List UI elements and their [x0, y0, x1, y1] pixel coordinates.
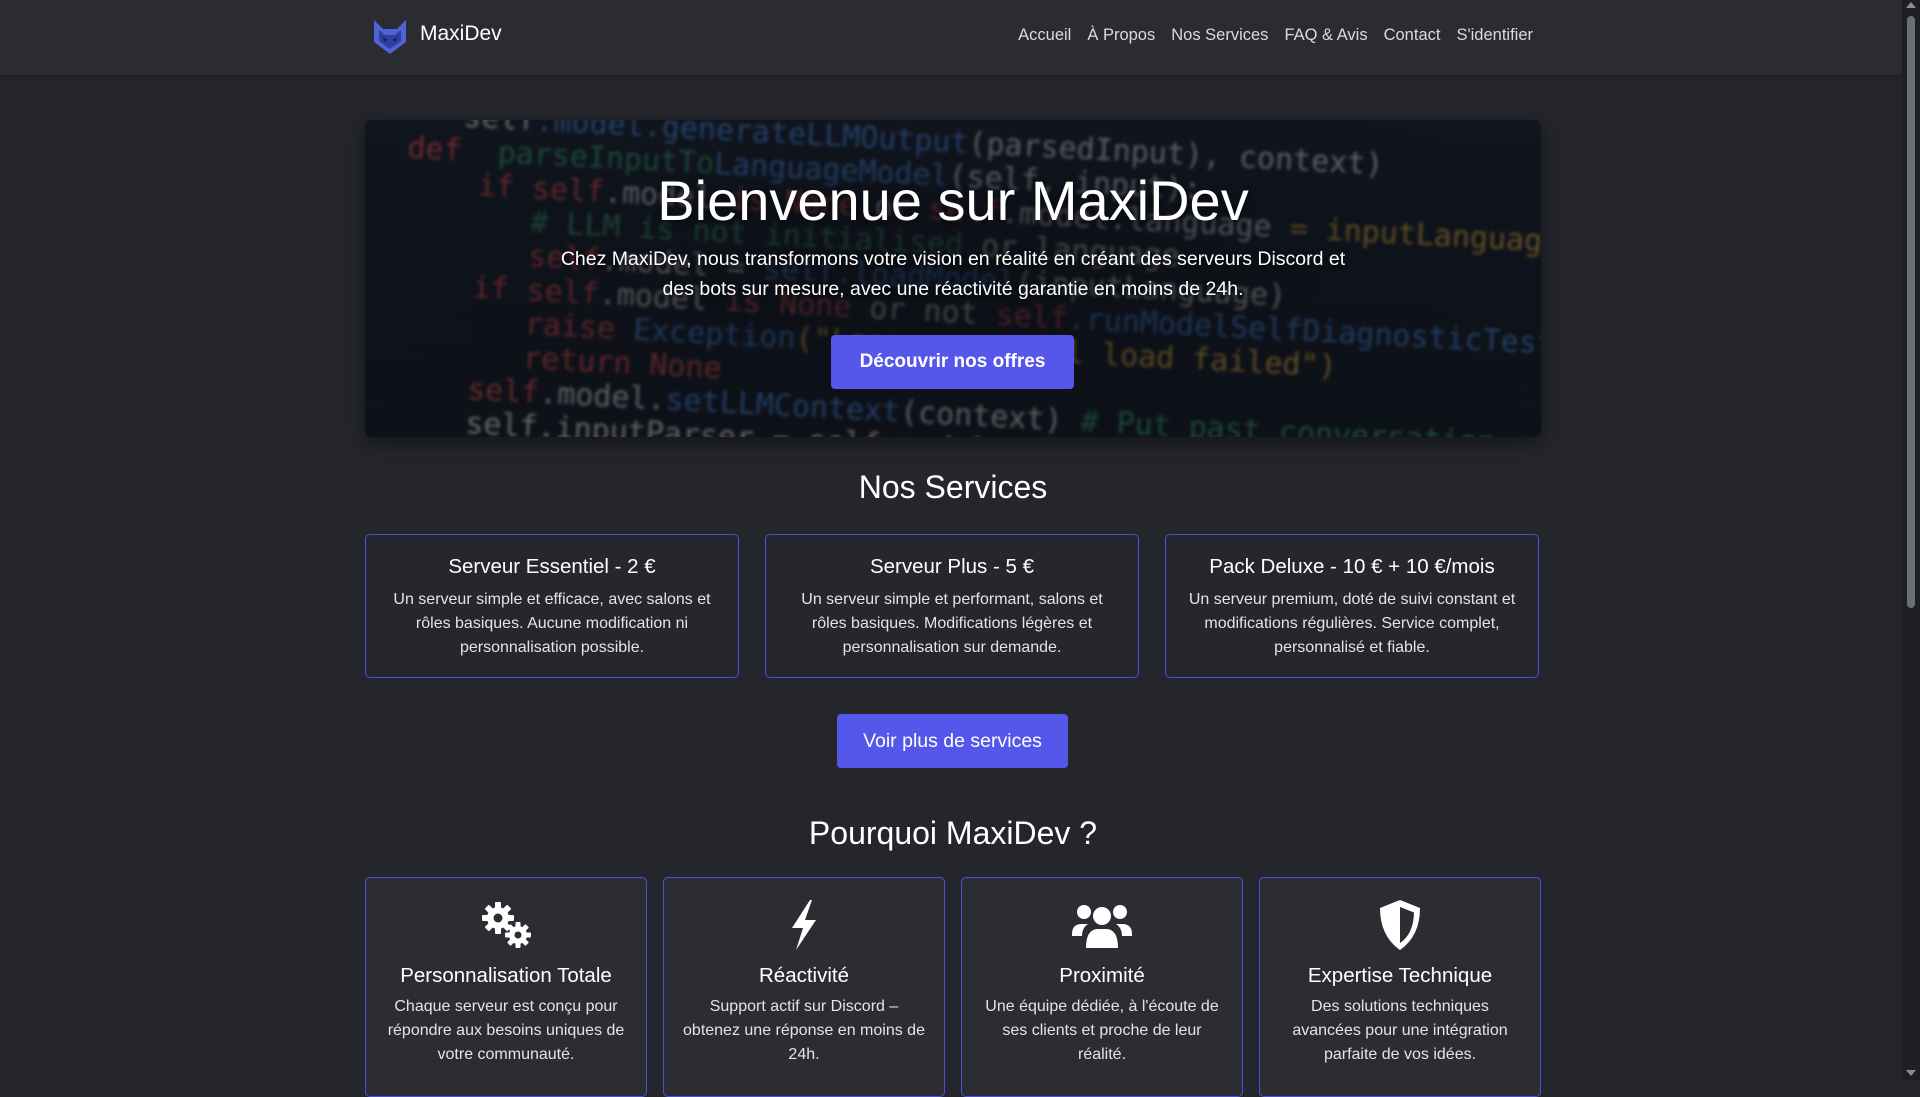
- hero-description: Chez MaxiDev, nous transformons votre vi…: [560, 248, 1346, 300]
- brand-name[interactable]: MaxiDev: [420, 22, 502, 46]
- feature-title: Personnalisation Totale: [400, 964, 612, 987]
- feature-text: Une équipe dédiée, à l'écoute de ses cli…: [985, 998, 1219, 1063]
- nav-link-contact[interactable]: Contact: [1384, 26, 1441, 45]
- service-card-title: Serveur Essentiel - 2 €: [448, 555, 656, 578]
- why-title: Pourquoi MaxiDev ?: [808, 815, 1098, 851]
- page-scrollbar[interactable]: [1902, 0, 1920, 1080]
- nav-link-accueil[interactable]: Accueil: [1018, 26, 1071, 45]
- service-card-essentiel[interactable]: Serveur Essentiel - 2 € Un serveur simpl…: [365, 534, 739, 678]
- feature-text: Support actif sur Discord – obtenez une …: [683, 998, 925, 1063]
- gears-icon: [482, 902, 531, 948]
- feature-card-personnalisation: Personnalisation Totale Chaque serveur e…: [365, 877, 647, 1097]
- nav-link-a-propos[interactable]: À Propos: [1087, 26, 1155, 45]
- service-card-title: Serveur Plus - 5 €: [869, 555, 1035, 578]
- scrollbar-thumb[interactable]: [1907, 16, 1915, 608]
- maxidev-logo-icon[interactable]: [372, 18, 408, 56]
- nav-links: Accueil À Propos Nos Services FAQ & Avis…: [1018, 26, 1533, 45]
- hero-title: Bienvenue sur MaxiDev: [657, 169, 1249, 232]
- users-icon: [1072, 905, 1132, 948]
- nav-link-faq[interactable]: FAQ & Avis: [1284, 26, 1367, 45]
- feature-title: Expertise Technique: [1307, 964, 1493, 987]
- navbar: MaxiDev Accueil À Propos Nos Services FA…: [0, 0, 1902, 75]
- feature-title: Réactivité: [758, 964, 849, 987]
- service-card-text: Un serveur premium, doté de suivi consta…: [1188, 591, 1516, 656]
- feature-card-reactivite: Réactivité Support actif sur Discord – o…: [663, 877, 945, 1097]
- shield-icon: [1380, 900, 1420, 950]
- nav-link-services[interactable]: Nos Services: [1171, 26, 1268, 45]
- scroll-down-arrow-icon[interactable]: [1906, 1070, 1916, 1076]
- feature-card-proximite: Proximité Une équipe dédiée, à l'écoute …: [961, 877, 1243, 1097]
- service-card-plus[interactable]: Serveur Plus - 5 € Un serveur simple et …: [765, 534, 1139, 678]
- bolt-icon: [792, 900, 816, 950]
- nav-link-login[interactable]: S'identifier: [1456, 26, 1533, 45]
- scroll-up-arrow-icon[interactable]: [1906, 2, 1916, 8]
- service-card-title: Pack Deluxe - 10 € + 10 €/mois: [1209, 555, 1495, 578]
- services-title: Nos Services: [858, 469, 1048, 505]
- discover-offers-button[interactable]: Découvrir nos offres: [831, 335, 1074, 389]
- feature-text: Chaque serveur est conçu pour répondre a…: [387, 998, 625, 1063]
- service-card-deluxe[interactable]: Pack Deluxe - 10 € + 10 €/mois Un serveu…: [1165, 534, 1539, 678]
- hero-banner: self.model.generateLLMOutput(parsedInput…: [365, 120, 1541, 437]
- service-card-text: Un serveur simple et performant, salons …: [801, 591, 1103, 656]
- feature-title: Proximité: [1059, 964, 1145, 987]
- service-card-text: Un serveur simple et efficace, avec salo…: [393, 591, 711, 656]
- feature-card-expertise: Expertise Technique Des solutions techni…: [1259, 877, 1541, 1097]
- more-services-button[interactable]: Voir plus de services: [837, 714, 1068, 768]
- feature-text: Des solutions techniques avancées pour u…: [1292, 998, 1508, 1063]
